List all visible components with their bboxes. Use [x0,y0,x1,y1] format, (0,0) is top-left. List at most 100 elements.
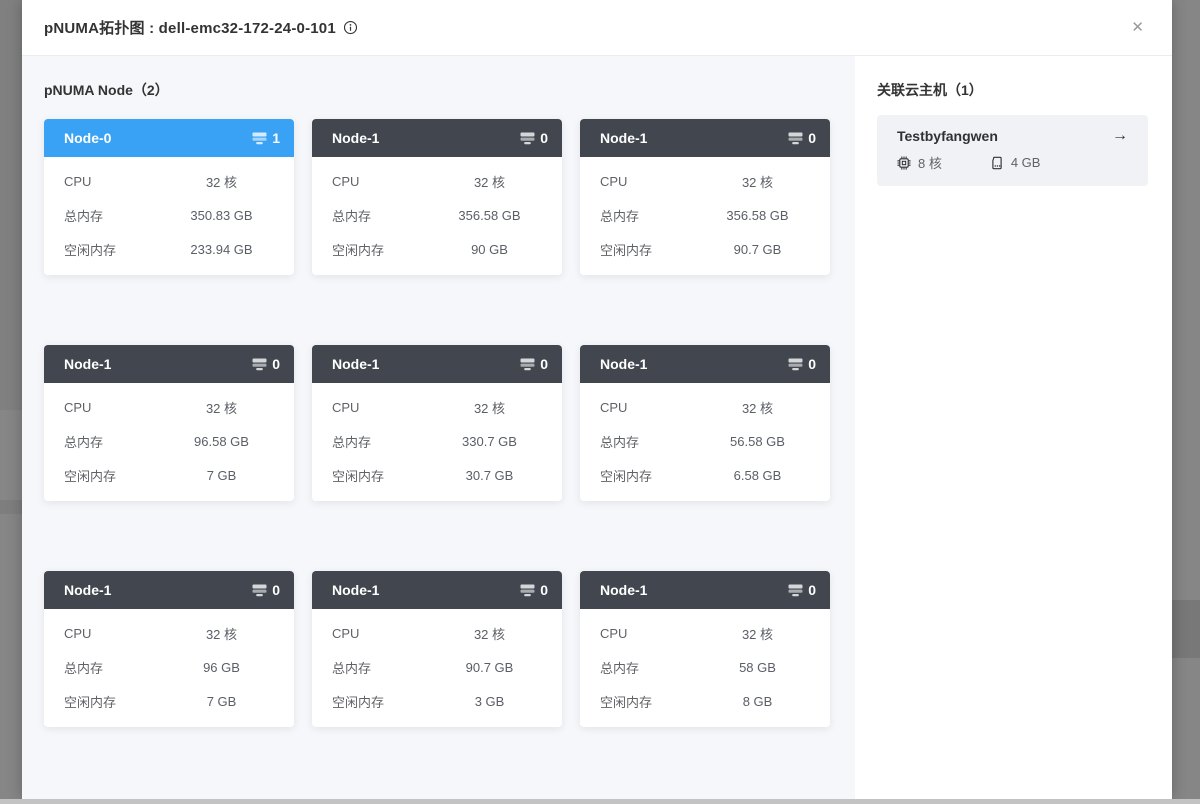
node-card-header: Node-1 0 [580,345,830,383]
free-memory-row: 空闲内存 90 GB [332,232,542,266]
vm-count: 0 [540,356,548,372]
host-specs: 8 核 4 GB [897,153,1128,172]
total-memory-value: 56.58 GB [705,434,810,449]
node-card-header: Node-1 0 [44,571,294,609]
vm-monitor-icon [788,132,803,145]
total-memory-row: 总内存 356.58 GB [600,198,810,232]
cpu-row: CPU 32 核 [332,616,542,650]
cpu-row: CPU 32 核 [64,390,274,424]
total-memory-row: 总内存 330.7 GB [332,424,542,458]
node-card-header: Node-1 0 [312,345,562,383]
free-memory-value: 90.7 GB [705,242,810,257]
vm-counter: 0 [252,582,280,598]
cpu-label: CPU [332,626,437,641]
memory-card-icon [990,156,1004,170]
numa-node-card[interactable]: Node-0 1 CPU 32 核 总内存 350.83 GB 空闲内存 [44,119,294,275]
host-detail-arrow-icon[interactable]: → [1112,128,1128,144]
cpu-value: 32 核 [437,172,542,191]
cpu-row: CPU 32 核 [600,616,810,650]
numa-node-card[interactable]: Node-1 0 CPU 32 核 总内存 356.58 GB 空闲内存 [580,119,830,275]
total-memory-label: 总内存 [332,658,437,677]
cpu-chip-icon [897,156,911,170]
node-card-body: CPU 32 核 总内存 58 GB 空闲内存 8 GB [580,609,830,730]
vm-count: 0 [808,356,816,372]
cpu-value: 32 核 [169,172,274,191]
cpu-row: CPU 32 核 [64,164,274,198]
close-icon[interactable]: ✕ [1127,16,1148,39]
associated-hosts-panel: 关联云主机（1） Testbyfangwen → 8 核 [855,56,1172,799]
free-memory-label: 空闲内存 [600,692,705,711]
node-card-grid: Node-0 1 CPU 32 核 总内存 350.83 GB 空闲内存 [44,119,855,727]
free-memory-label: 空闲内存 [64,466,169,485]
total-memory-row: 总内存 58 GB [600,650,810,684]
host-cpu-value: 8 核 [918,153,942,172]
modal-title-text: pNUMA拓扑图 : dell-emc32-172-24-0-101 [44,17,336,38]
vm-count: 0 [540,130,548,146]
vm-counter: 0 [788,582,816,598]
numa-node-card[interactable]: Node-1 0 CPU 32 核 总内存 96.58 GB 空闲内存 [44,345,294,501]
free-memory-row: 空闲内存 3 GB [332,684,542,718]
cpu-label: CPU [332,174,437,189]
free-memory-row: 空闲内存 7 GB [64,458,274,492]
node-name: Node-0 [64,130,111,146]
host-list: Testbyfangwen → 8 核 4 GB [877,115,1148,186]
vm-counter: 0 [788,130,816,146]
numa-node-card[interactable]: Node-1 0 CPU 32 核 总内存 330.7 GB 空闲内存 [312,345,562,501]
cpu-row: CPU 32 核 [332,164,542,198]
free-memory-label: 空闲内存 [600,466,705,485]
modal-header: pNUMA拓扑图 : dell-emc32-172-24-0-101 ✕ [22,0,1172,56]
vm-monitor-icon [788,358,803,371]
node-name: Node-1 [332,356,379,372]
free-memory-value: 30.7 GB [437,468,542,483]
modal-title: pNUMA拓扑图 : dell-emc32-172-24-0-101 [44,17,358,38]
host-card-top: Testbyfangwen → [897,128,1128,144]
total-memory-value: 90.7 GB [437,660,542,675]
host-name: Testbyfangwen [897,128,998,144]
cpu-value: 32 核 [437,398,542,417]
node-name: Node-1 [600,356,647,372]
numa-node-card[interactable]: Node-1 0 CPU 32 核 总内存 356.58 GB 空闲内存 [312,119,562,275]
total-memory-value: 350.83 GB [169,208,274,223]
free-memory-row: 空闲内存 30.7 GB [332,458,542,492]
cpu-label: CPU [600,400,705,415]
host-card[interactable]: Testbyfangwen → 8 核 4 GB [877,115,1148,186]
total-memory-value: 330.7 GB [437,434,542,449]
vm-counter: 0 [252,356,280,372]
vm-monitor-icon [520,584,535,597]
host-cpu-spec: 8 核 [897,153,942,172]
numa-node-card[interactable]: Node-1 0 CPU 32 核 总内存 90.7 GB 空闲内存 [312,571,562,727]
free-memory-label: 空闲内存 [332,240,437,259]
numa-node-card[interactable]: Node-1 0 CPU 32 核 总内存 96 GB 空闲内存 7 [44,571,294,727]
vm-count: 0 [272,356,280,372]
modal-backdrop [0,0,22,410]
modal-backdrop [1172,600,1200,658]
node-card-body: CPU 32 核 总内存 90.7 GB 空闲内存 3 GB [312,609,562,730]
vm-counter: 0 [520,130,548,146]
cpu-label: CPU [600,626,705,641]
info-icon[interactable] [343,20,358,35]
total-memory-label: 总内存 [600,432,705,451]
free-memory-row: 空闲内存 6.58 GB [600,458,810,492]
total-memory-row: 总内存 96.58 GB [64,424,274,458]
free-memory-label: 空闲内存 [332,466,437,485]
cpu-value: 32 核 [705,624,810,643]
free-memory-value: 7 GB [169,468,274,483]
vm-monitor-icon [520,358,535,371]
cpu-value: 32 核 [705,398,810,417]
free-memory-label: 空闲内存 [332,692,437,711]
vm-monitor-icon [252,584,267,597]
free-memory-value: 90 GB [437,242,542,257]
free-memory-label: 空闲内存 [600,240,705,259]
vm-monitor-icon [252,358,267,371]
total-memory-value: 356.58 GB [437,208,542,223]
free-memory-label: 空闲内存 [64,240,169,259]
numa-node-card[interactable]: Node-1 0 CPU 32 核 总内存 58 GB 空闲内存 8 [580,571,830,727]
node-card-body: CPU 32 核 总内存 96 GB 空闲内存 7 GB [44,609,294,730]
cpu-row: CPU 32 核 [64,616,274,650]
numa-node-card[interactable]: Node-1 0 CPU 32 核 总内存 56.58 GB 空闲内存 [580,345,830,501]
total-memory-row: 总内存 350.83 GB [64,198,274,232]
total-memory-row: 总内存 56.58 GB [600,424,810,458]
node-name: Node-1 [64,582,111,598]
total-memory-label: 总内存 [600,658,705,677]
cpu-value: 32 核 [169,624,274,643]
